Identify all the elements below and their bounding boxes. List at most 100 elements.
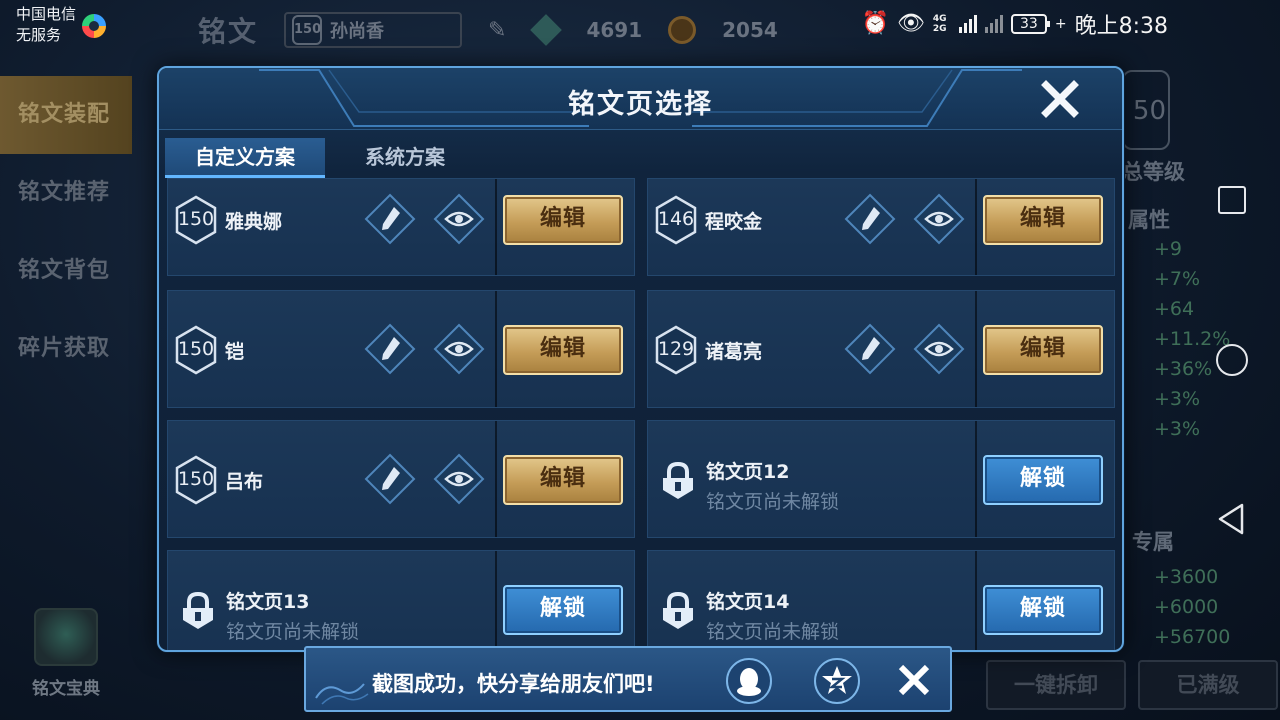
- recents-icon[interactable]: [1218, 186, 1246, 214]
- exclusive-label: 专属: [1132, 530, 1174, 554]
- android-nav-bar: [1210, 0, 1280, 720]
- page-card[interactable]: 129 诸葛亮 编辑: [647, 290, 1115, 408]
- eye-comfort-icon: 👁: [896, 11, 925, 36]
- edit-button[interactable]: 编辑: [503, 325, 623, 375]
- dialog-title: 铭文页选择: [568, 89, 713, 120]
- share-qzone-button[interactable]: [814, 658, 860, 704]
- unlock-button[interactable]: 解锁: [983, 455, 1103, 505]
- rename-pencil-icon[interactable]: [364, 323, 416, 375]
- home-icon[interactable]: [1216, 344, 1248, 376]
- rename-pencil-icon[interactable]: [844, 323, 896, 375]
- card-divider: [495, 291, 497, 407]
- rename-pencil-icon[interactable]: [844, 193, 896, 245]
- tab-system[interactable]: 系统方案: [325, 138, 485, 178]
- total-level-badge: 50: [1122, 70, 1170, 150]
- menu-item-bag[interactable]: 铭文背包: [0, 232, 132, 310]
- book-label: 铭文宝典: [32, 679, 100, 699]
- level-number: 150: [177, 468, 215, 490]
- level-number: 146: [657, 208, 695, 230]
- preview-eye-icon[interactable]: [433, 453, 485, 505]
- unload-all-button[interactable]: 一键拆卸: [986, 660, 1126, 710]
- level-number: 150: [177, 338, 215, 360]
- inscription-page-list: 150 雅典娜 编辑 146 程咬金 编辑 150 铠 编辑 129 诸葛亮 编…: [167, 178, 1117, 650]
- level-badge: 150: [174, 325, 218, 375]
- menu-item-fragments[interactable]: 碎片获取: [0, 310, 132, 388]
- dialog-header: 铭文页选择: [159, 68, 1122, 130]
- menu-item-equip[interactable]: 铭文装配: [0, 76, 132, 154]
- total-level-label: 总等级: [1122, 160, 1185, 184]
- lock-icon: [663, 461, 693, 499]
- attributes-label: 属性: [1128, 208, 1170, 232]
- edit-button[interactable]: 编辑: [983, 195, 1103, 245]
- edit-button[interactable]: 编辑: [503, 195, 623, 245]
- qq-icon: [737, 668, 761, 696]
- close-icon[interactable]: [1039, 78, 1081, 120]
- toast-message: 截图成功，快分享给朋友们吧!: [372, 672, 655, 696]
- back-icon[interactable]: [1216, 502, 1248, 536]
- hero-name: 吕布: [225, 471, 264, 493]
- locked-page-subtitle: 铭文页尚未解锁: [706, 491, 840, 513]
- page-card-locked[interactable]: 铭文页14 铭文页尚未解锁 解锁: [647, 550, 1115, 650]
- status-icons: ⏰ 👁 4G 2G 33 + 晚上8:38: [861, 10, 1168, 40]
- close-icon[interactable]: [896, 662, 932, 698]
- network-type: 4G 2G: [932, 14, 947, 34]
- page-card[interactable]: 150 雅典娜 编辑: [167, 178, 635, 276]
- tab-custom[interactable]: 自定义方案: [165, 138, 325, 178]
- carrier-service: 无服务: [16, 26, 62, 44]
- share-qq-button[interactable]: [726, 658, 772, 704]
- page-card-locked[interactable]: 铭文页13 铭文页尚未解锁 解锁: [167, 550, 635, 650]
- card-divider: [495, 551, 497, 650]
- hero-name: 雅典娜: [225, 211, 283, 233]
- qzone-icon: [822, 666, 852, 694]
- page-card[interactable]: 146 程咬金 编辑: [647, 178, 1115, 276]
- status-bar: 中国电信 无服务 ⏰ 👁 4G 2G 33 + 晚上8:38: [0, 0, 1280, 48]
- card-divider: [975, 291, 977, 407]
- hero-name: 铠: [225, 341, 245, 363]
- carrier-name: 中国电信: [16, 5, 77, 23]
- carrier-info: 中国电信 无服务: [16, 4, 76, 46]
- edit-button[interactable]: 编辑: [983, 325, 1103, 375]
- card-divider: [975, 179, 977, 275]
- signal-icon: [958, 15, 977, 33]
- locked-page-subtitle: 铭文页尚未解锁: [226, 621, 360, 643]
- locked-page-title: 铭文页12: [706, 461, 790, 483]
- locked-page-title: 铭文页13: [226, 591, 310, 613]
- card-divider: [495, 179, 497, 275]
- rename-pencil-icon[interactable]: [364, 193, 416, 245]
- battery-icon: 33: [1010, 14, 1050, 34]
- locked-page-title: 铭文页14: [706, 591, 790, 613]
- level-badge: 150: [174, 195, 218, 245]
- edit-button[interactable]: 编辑: [503, 455, 623, 505]
- preview-eye-icon[interactable]: [433, 193, 485, 245]
- card-divider: [495, 421, 497, 537]
- alarm-icon: ⏰: [861, 11, 889, 36]
- card-divider: [975, 551, 977, 650]
- unlock-button[interactable]: 解锁: [503, 585, 623, 635]
- rename-pencil-icon[interactable]: [364, 453, 416, 505]
- page-card[interactable]: 150 铠 编辑: [167, 290, 635, 408]
- charging-icon: +: [1054, 16, 1067, 32]
- page-card-locked[interactable]: 铭文页12 铭文页尚未解锁 解锁: [647, 420, 1115, 538]
- inscription-book-button[interactable]: 铭文宝典: [24, 608, 108, 699]
- level-number: 129: [657, 338, 695, 360]
- carrier-logo-icon: [82, 14, 106, 38]
- lock-icon: [183, 591, 213, 629]
- unlock-button[interactable]: 解锁: [983, 585, 1103, 635]
- menu-item-recommend[interactable]: 铭文推荐: [0, 154, 132, 232]
- level-badge: 150: [174, 455, 218, 505]
- preview-eye-icon[interactable]: [913, 193, 965, 245]
- clock: 晚上8:38: [1074, 14, 1168, 39]
- preview-eye-icon[interactable]: [433, 323, 485, 375]
- level-badge: 146: [654, 195, 698, 245]
- wave-ornament-icon: [315, 683, 369, 705]
- signal-2-icon: [984, 15, 1003, 33]
- dialog-tabs: 自定义方案 系统方案: [165, 138, 485, 178]
- hero-name: 诸葛亮: [705, 341, 763, 363]
- inscription-page-dialog: 铭文页选择 自定义方案 系统方案 150 雅典娜 编辑 146 程咬金 编辑 1…: [157, 66, 1124, 652]
- locked-page-subtitle: 铭文页尚未解锁: [706, 621, 840, 643]
- hero-name: 程咬金: [705, 211, 763, 233]
- left-menu: 铭文装配 铭文推荐 铭文背包 碎片获取: [0, 76, 132, 388]
- preview-eye-icon[interactable]: [913, 323, 965, 375]
- page-card[interactable]: 150 吕布 编辑: [167, 420, 635, 538]
- level-badge: 129: [654, 325, 698, 375]
